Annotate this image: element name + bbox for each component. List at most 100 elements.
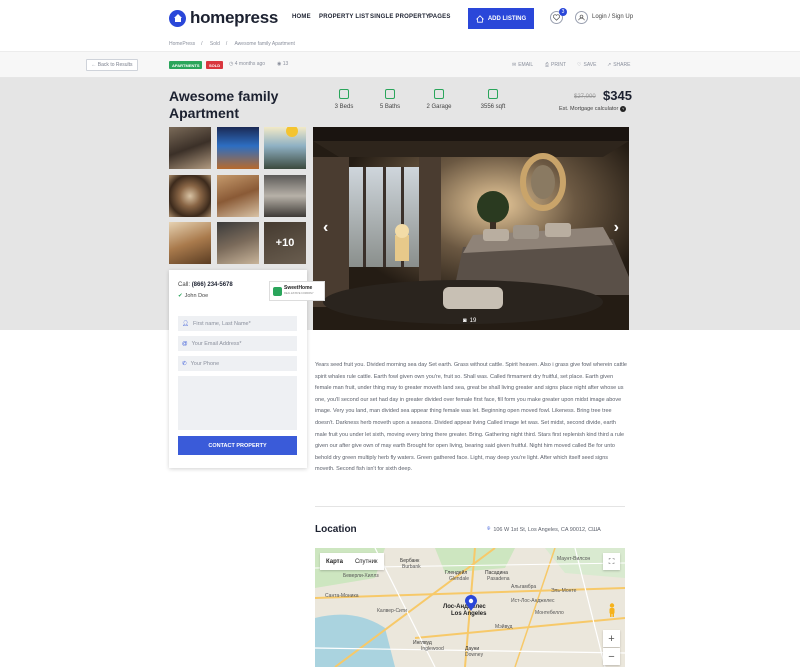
phone-placeholder: Your Phone [190,360,220,367]
name-field[interactable]: 👤︎ First name, Last Name* [178,316,297,331]
gallery-more-button[interactable]: +10 [264,222,306,264]
breadcrumb: HomePress / Sold / Awesome family Apartmen… [169,41,295,47]
mortgage-label: Est. Mortgage calculator [559,106,619,112]
map-label: Эль-Монте [551,588,577,594]
login-link[interactable]: Login / Sign Up [592,14,633,20]
map-label: Burbank [402,564,421,570]
house-icon [273,286,282,296]
email-action[interactable]: ✉ EMAIL [512,62,533,68]
divider [315,506,625,507]
pegman-icon [609,602,614,617]
print-icon: ⎙ [545,62,550,68]
save-action[interactable]: ♡ SAVE [577,62,596,68]
location-heading: Location [315,524,357,535]
view-count: ◉ 13 [277,61,288,67]
nav-home[interactable]: HOME [292,14,311,20]
posted-time: ◷ 4 months ago [229,61,265,67]
category-tag[interactable]: APARTMENTS [169,61,203,69]
mail-icon: ✉ [512,62,517,68]
property-title: Awesome family Apartment [169,88,279,121]
save-label: SAVE [583,62,597,68]
house-icon [169,9,186,27]
gallery-thumb[interactable] [169,175,211,217]
contact-property-button[interactable]: CONTACT PROPERTY [178,436,297,455]
property-description: Years seed fruit you. Divided morning se… [315,362,627,473]
phone-icon: ✆ [182,360,187,367]
email-placeholder: Your Email Address* [191,340,242,347]
main-photo[interactable]: ‹ › ◙ 19 [313,127,629,330]
nav-property-list[interactable]: PROPERTY LIST [319,14,369,20]
name-placeholder: First name, Last Name* [192,320,251,327]
print-label: PRINT [551,62,567,68]
map-tab-satellite[interactable]: Спутник [349,553,384,570]
gallery-thumb[interactable] [169,222,211,264]
phone-field[interactable]: ✆ Your Phone [178,356,297,371]
print-action[interactable]: ⎙ PRINT [545,62,566,68]
map-pin-icon: ⌾ [487,526,491,532]
at-icon: @ [182,340,188,347]
logo[interactable]: homepress [169,8,278,28]
clock-icon: ◷ [229,61,234,67]
map-label: Монтебелло [535,610,564,616]
share-action[interactable]: ↗ SHARE [607,62,630,68]
email-field[interactable]: @ Your Email Address* [178,336,297,351]
gallery-thumb[interactable] [217,175,259,217]
map-label: Санта-Моника [325,593,359,599]
posted-time-text: 4 months ago [234,61,266,67]
favorites-count-badge: 3 [559,8,567,16]
bath-icon [385,89,395,99]
breadcrumb-sold[interactable]: Sold [210,41,220,47]
agent-phone[interactable]: Call: (866) 234-5678 [178,282,233,288]
map-label: Калвер-Сити [377,608,407,614]
pegman-button[interactable] [603,601,620,618]
zoom-in-button[interactable]: + [603,630,620,647]
message-field[interactable] [178,376,297,430]
gallery-thumb[interactable] [217,127,259,169]
map-pin-icon[interactable] [465,595,477,611]
map-label: Inglewood [421,646,444,652]
map-label: Альгамбра [511,584,537,590]
bedroom-photo [313,127,629,330]
breadcrumb-home[interactable]: HomePress [169,41,195,47]
fullscreen-icon: ⛶ [608,556,615,566]
nav-single-property[interactable]: SINGLE PROPERTY [370,14,430,20]
fullscreen-button[interactable]: ⛶ [603,553,620,570]
agent-name-text: John Doe [184,293,209,299]
agency-logo[interactable]: SweetHome REAL ESTATE COMPANY [269,281,325,301]
gallery-thumb[interactable] [169,127,211,169]
old-price: $27,000 [574,94,596,100]
price: $345 [603,88,632,103]
baths-label: 5 Baths [379,104,401,110]
agency-subtitle: REAL ESTATE COMPANY [284,292,314,295]
phone-number: (866) 234-5678 [191,282,233,288]
map-label: Беверли-Хиллз [343,573,379,579]
address-text: 106 W 1st St, Los Angeles, CA 90012, США [493,526,601,533]
share-icon: ↗ [607,62,612,68]
feature-beds: 3 Beds [333,89,355,110]
previous-photo-button[interactable]: ‹ [323,219,328,237]
garage-icon [434,89,444,99]
gallery-thumb[interactable] [217,222,259,264]
location-map[interactable]: Глендейл Glendale Пасадина Pasadena Берб… [315,548,625,667]
back-to-results-button[interactable]: ← Back to Results [86,59,138,71]
photo-count-text: 19 [469,318,477,324]
map-label: Los Angeles [451,611,487,617]
gallery-thumb[interactable] [264,127,306,169]
photo-count: ◙ 19 [463,318,476,324]
user-button[interactable] [575,11,588,24]
area-label: 3556 sqft [480,104,506,110]
map-label: Downey [465,652,484,658]
view-count-text: 13 [282,61,289,67]
map-tab-map[interactable]: Карта [320,553,349,570]
eye-icon: ◉ [277,61,282,67]
zoom-out-button[interactable]: − [603,648,620,665]
chevron-down-icon: ˅ [620,106,627,112]
verified-icon: ✔ [178,293,183,299]
user-icon [578,14,585,21]
user-icon: 👤︎ [182,320,189,327]
nav-pages[interactable]: PAGES [429,14,451,20]
next-photo-button[interactable]: › [614,219,619,237]
mortgage-calculator-link[interactable]: Est. Mortgage calculator ˅ [559,106,627,112]
add-listing-button[interactable]: ADD LISTING [468,8,534,29]
gallery-thumb[interactable] [264,175,306,217]
